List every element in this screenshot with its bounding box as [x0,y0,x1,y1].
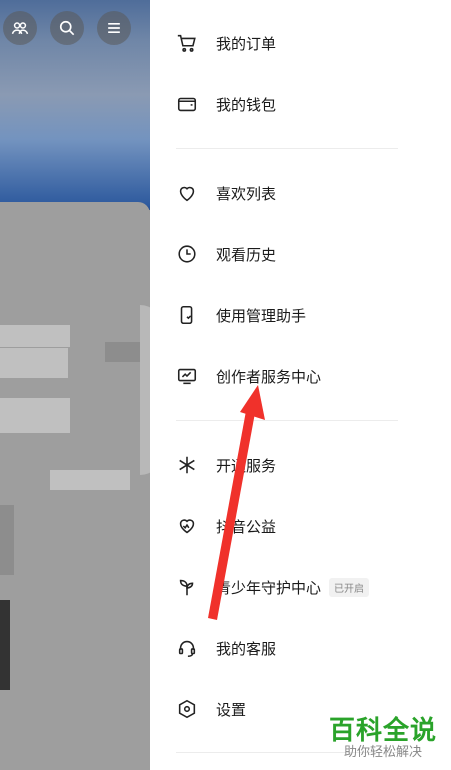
headset-icon [176,637,198,659]
chart-monitor-icon [176,365,198,387]
sparkle-icon [176,454,198,476]
side-drawer: 我的订单 我的钱包 喜欢列表 观看历史 使用管理助手 创作者服务中心 开通服务 … [150,0,451,770]
menu-item-orders[interactable]: 我的订单 [176,28,276,58]
menu-item-label: 创作者服务中心 [216,368,322,386]
watermark-title: 百科全说 [328,715,437,745]
blur-block [0,325,70,347]
search-button[interactable] [50,11,84,45]
blurred-shape [140,305,150,475]
menu-item-label: 我的钱包 [216,96,277,114]
menu-item-wallet[interactable]: 我的钱包 [176,89,276,119]
menu-item-settings[interactable]: 设置 [176,694,246,724]
cart-icon [176,32,198,54]
menu-item-label: 喜欢列表 [216,185,277,203]
sprout-icon [176,576,198,598]
friends-button[interactable] [3,11,37,45]
blur-block [50,470,130,490]
blur-block [0,348,68,378]
divider [176,148,398,149]
charity-heart-icon [176,515,198,537]
search-icon [59,20,75,36]
menu-item-label: 我的客服 [216,640,277,658]
blur-block [105,342,145,362]
menu-item-label: 抖音公益 [216,518,277,536]
background-content [0,0,150,770]
clock-icon [176,243,198,265]
menu-item-history[interactable]: 观看历史 [176,239,276,269]
menu-item-charity[interactable]: 抖音公益 [176,511,276,541]
menu-button[interactable] [97,11,131,45]
menu-item-usage-assistant[interactable]: 使用管理助手 [176,300,306,330]
menu-item-label: 我的订单 [216,35,277,53]
menu-item-youth-protection[interactable]: 青少年守护中心 已开启 [176,572,370,602]
menu-item-customer-service[interactable]: 我的客服 [176,633,276,663]
watermark-subtitle: 助你轻松解决 [343,744,422,759]
menu-item-label: 观看历史 [216,246,277,264]
settings-hex-icon [176,698,198,720]
menu-item-creator-center[interactable]: 创作者服务中心 [176,361,321,391]
blur-block [0,398,70,433]
status-badge: 已开启 [329,577,370,597]
divider [176,420,398,421]
menu-icon [108,23,120,33]
heart-icon [176,182,198,204]
watermark: 百科全说 助你轻松解决 [329,716,437,760]
phone-check-icon [176,304,198,326]
photo-thumbnail [0,600,10,690]
wallet-icon [176,93,198,115]
menu-item-label: 青少年守护中心 [216,579,322,597]
blur-block [0,505,14,575]
menu-item-label: 使用管理助手 [216,307,307,325]
friends-icon [11,22,29,35]
menu-item-likes[interactable]: 喜欢列表 [176,178,276,208]
menu-item-label: 设置 [216,701,247,719]
menu-item-label: 开通服务 [216,457,277,475]
menu-item-open-service[interactable]: 开通服务 [176,450,276,480]
